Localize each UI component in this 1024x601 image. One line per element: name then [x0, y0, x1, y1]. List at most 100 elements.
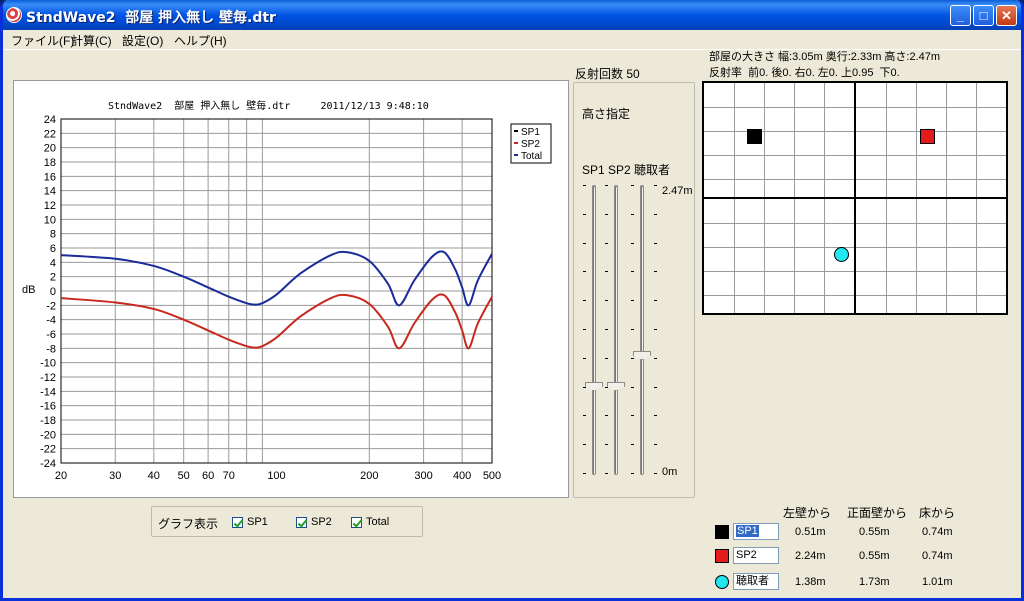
checkbox-box[interactable]: [232, 516, 243, 528]
y-tick-label: -10: [40, 358, 56, 370]
slider-tick: [654, 444, 657, 446]
sp1-checkbox-label: SP1: [247, 516, 268, 528]
sp1-front: 0.55m: [859, 526, 890, 538]
slider-tick: [583, 415, 586, 417]
menu-calc[interactable]: 計算(C): [71, 32, 112, 49]
legend-label: SP1: [521, 127, 540, 138]
slider-tick: [654, 473, 657, 474]
sp2-name-field[interactable]: SP2: [733, 547, 779, 564]
y-tick-label: 8: [50, 229, 56, 241]
height-title: 高さ指定: [582, 107, 631, 121]
sp1-height-slider[interactable]: [583, 185, 604, 475]
minimize-button[interactable]: _: [950, 5, 971, 26]
slider-tick: [631, 329, 634, 330]
slider-tick: [583, 242, 586, 244]
header-from-left-wall: 左壁から: [783, 506, 832, 520]
total-checkbox[interactable]: Total: [351, 516, 389, 528]
reflectivity-text: 反射率 前0. 後0. 右0. 左0. 上0.95 下0.: [709, 67, 900, 79]
sp2-swatch: [715, 549, 729, 563]
x-tick-label: 20: [55, 470, 67, 482]
menu-file[interactable]: ファイル(F): [11, 32, 74, 49]
menu-bar: ファイル(F) 計算(C) 設定(O) ヘルプ(H): [3, 30, 1021, 48]
slider-tick: [605, 242, 608, 244]
sp1-name-field[interactable]: SP1: [733, 523, 779, 540]
slider-tick: [605, 415, 608, 417]
app-icon[interactable]: [6, 7, 22, 23]
sp2-height-slider[interactable]: [605, 185, 626, 475]
listener-height-slider[interactable]: [631, 185, 657, 475]
slider-tick: [631, 386, 634, 388]
checkbox-box[interactable]: [351, 516, 362, 528]
y-tick-label: 20: [44, 143, 56, 155]
y-tick-label: -12: [40, 372, 56, 384]
graph-display-label: グラフ表示: [158, 517, 219, 531]
checkbox-box[interactable]: [296, 516, 307, 528]
series-total-line: [60, 250, 493, 307]
y-tick-label: 22: [44, 128, 56, 140]
slider-tick: [631, 242, 634, 244]
graph-display-group: グラフ表示 SP1 SP2 Total: [151, 506, 423, 537]
slider-thumb[interactable]: [607, 381, 625, 391]
slider-tick: [583, 271, 586, 273]
slider-track[interactable]: [614, 185, 618, 475]
slider-tick: [654, 213, 657, 215]
listener-swatch: [715, 575, 729, 589]
legend-label: Total: [521, 151, 542, 162]
menu-help[interactable]: ヘルプ(H): [174, 32, 227, 49]
sp2-checkbox[interactable]: SP2: [296, 516, 332, 528]
sp1-checkbox[interactable]: SP1: [232, 516, 268, 528]
listener-row: 聴取者 1.38m 1.73m 1.01m: [709, 572, 1009, 592]
x-tick-label: 30: [109, 470, 121, 482]
slider-tick: [605, 213, 608, 215]
y-axis-label: dB: [22, 284, 35, 296]
y-tick-label: -18: [40, 415, 56, 427]
window-title: StndWave2 部屋 押入無し 壁毎.dtr: [26, 10, 276, 26]
frequency-response-graph: StndWave2 部屋 押入無し 壁毎.dtr 2011/12/13 9:48…: [13, 80, 569, 498]
sp2-checkbox-label: SP2: [311, 516, 332, 528]
total-checkbox-label: Total: [366, 516, 390, 528]
close-button[interactable]: ✕: [996, 5, 1017, 26]
room-plan-view[interactable]: [702, 81, 1008, 315]
series-sp2-line: [60, 293, 493, 350]
height-columns: SP1 SP2 聴取者: [582, 163, 671, 177]
y-tick-label: 24: [44, 114, 56, 126]
slider-tick: [631, 357, 634, 359]
menu-settings[interactable]: 設定(O): [122, 32, 163, 49]
slider-tick: [605, 473, 608, 474]
slider-tick: [631, 213, 634, 215]
slider-tick: [605, 357, 608, 359]
slider-tick: [605, 300, 608, 302]
sp2-marker[interactable]: [920, 129, 935, 144]
x-tick-label: 40: [148, 470, 160, 482]
slider-thumb[interactable]: [585, 381, 603, 391]
slider-tick: [631, 473, 634, 474]
slider-tick: [654, 415, 657, 417]
height-panel: 高さ指定 SP1 SP2 聴取者 2.47m 0m: [573, 82, 695, 498]
maximize-button[interactable]: □: [973, 5, 994, 26]
slider-tick: [631, 415, 634, 417]
slider-track[interactable]: [592, 185, 596, 475]
y-tick-label: -6: [46, 329, 56, 341]
listener-front: 1.73m: [859, 576, 890, 588]
listener-name-field[interactable]: 聴取者: [733, 573, 779, 590]
sp1-marker[interactable]: [747, 129, 762, 144]
y-tick-label: 16: [44, 171, 56, 183]
client-area: StndWave2 部屋 押入無し 壁毎.dtr 2011/12/13 9:48…: [3, 49, 1021, 598]
slider-track[interactable]: [640, 185, 644, 475]
slider-tick: [583, 357, 586, 359]
sp1-left: 0.51m: [795, 526, 826, 538]
sp2-left: 2.24m: [795, 550, 826, 562]
sp1-swatch: [715, 525, 729, 539]
slider-thumb[interactable]: [633, 350, 651, 360]
room-size-text: 部屋の大きさ 幅:3.05m 奥行:2.33m 高さ:2.47m: [709, 51, 941, 63]
x-tick-label: 100: [267, 470, 285, 482]
sp2-front: 0.55m: [859, 550, 890, 562]
slider-tick: [583, 300, 586, 302]
x-tick-label: 70: [223, 470, 235, 482]
title-bar[interactable]: StndWave2 部屋 押入無し 壁毎.dtr _ □ ✕: [3, 0, 1021, 30]
slider-tick: [583, 213, 586, 215]
x-tick-label: 400: [453, 470, 471, 482]
x-tick-label: 50: [178, 470, 190, 482]
slider-tick: [605, 329, 608, 330]
listener-marker[interactable]: [834, 247, 849, 262]
